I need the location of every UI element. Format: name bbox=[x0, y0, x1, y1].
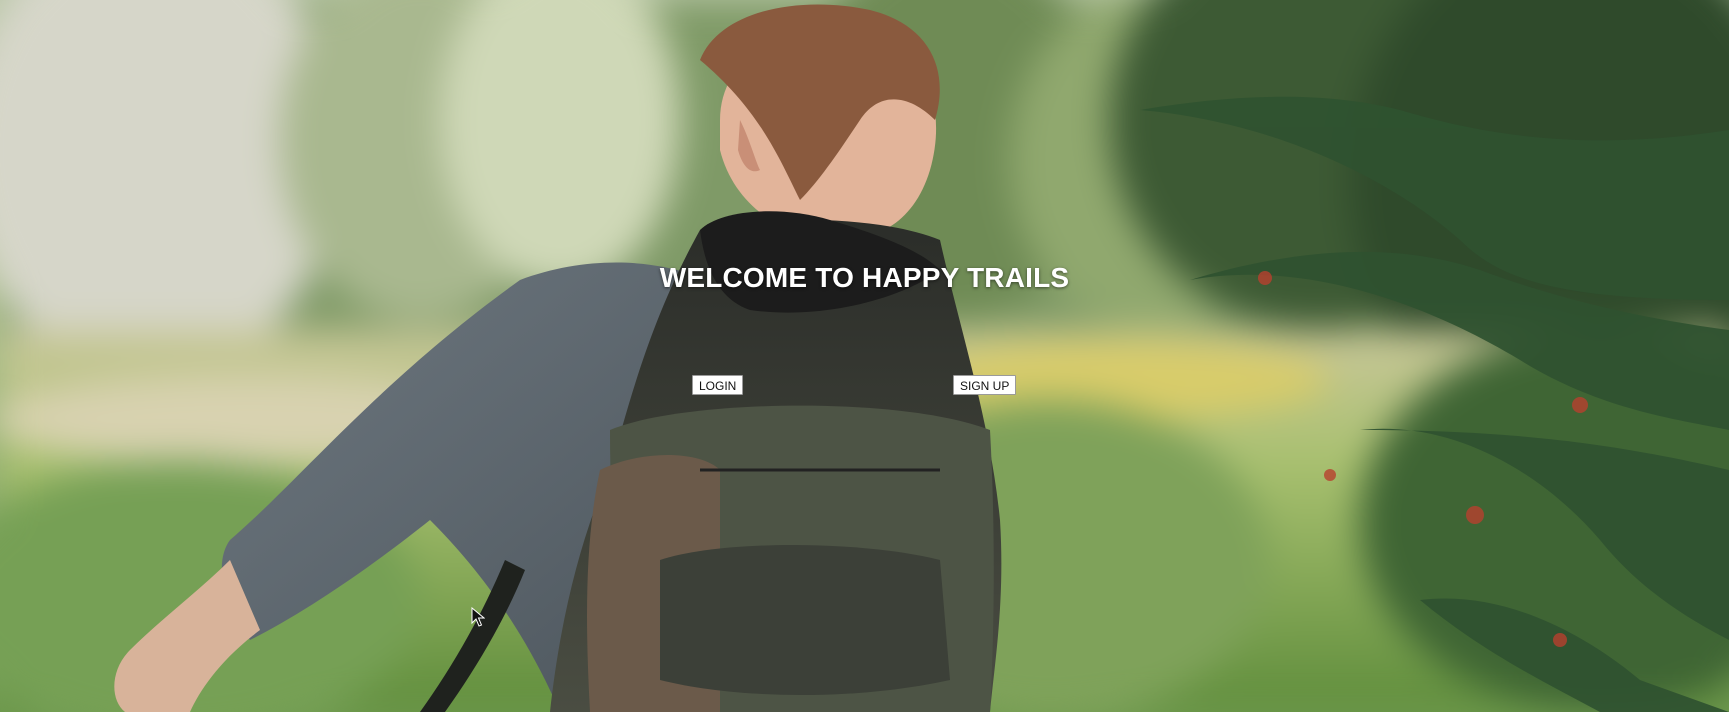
hero-content: WELCOME TO HAPPY TRAILS LOGIN SIGN UP bbox=[0, 0, 1729, 712]
landing-page: WELCOME TO HAPPY TRAILS LOGIN SIGN UP bbox=[0, 0, 1729, 712]
signup-button[interactable]: SIGN UP bbox=[953, 375, 1017, 395]
page-title: WELCOME TO HAPPY TRAILS bbox=[659, 262, 1070, 293]
mouse-pointer-icon bbox=[471, 606, 486, 627]
login-button[interactable]: LOGIN bbox=[692, 375, 744, 395]
